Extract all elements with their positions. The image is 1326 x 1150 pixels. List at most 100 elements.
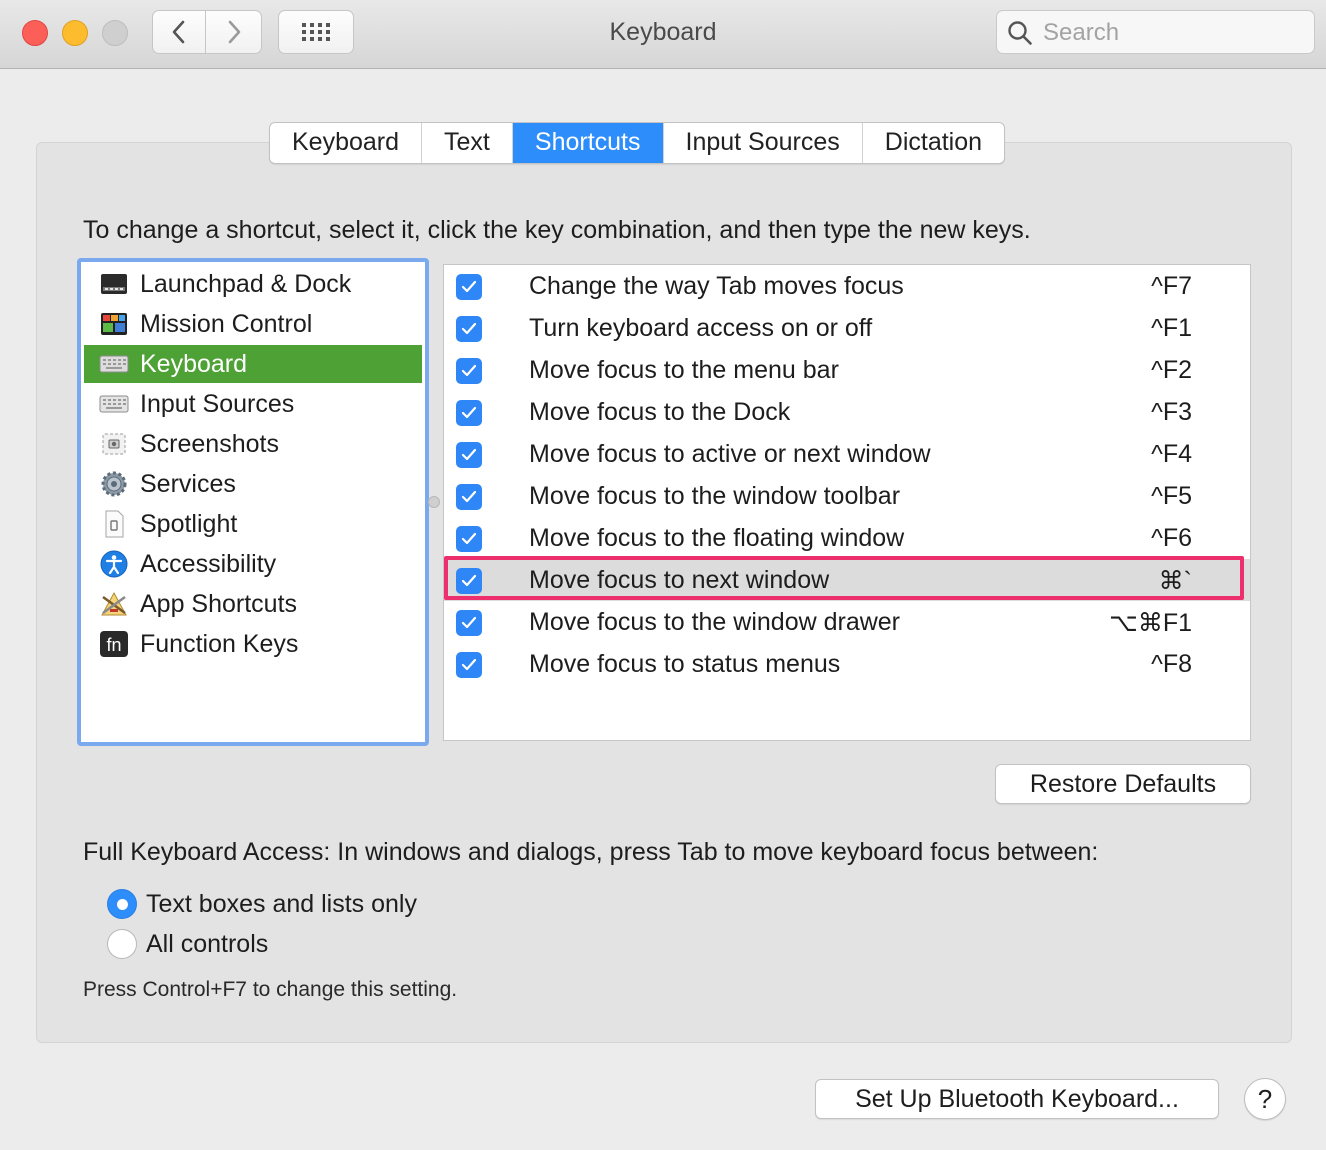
annotation-highlight-box <box>444 556 1244 600</box>
shortcut-label: Turn keyboard access on or off <box>529 314 873 342</box>
category-input-sources[interactable]: Input Sources <box>84 385 422 423</box>
shortcut-checkbox[interactable] <box>456 526 482 552</box>
category-keyboard[interactable]: Keyboard <box>84 345 422 383</box>
category-app-shortcuts[interactable]: App Shortcuts <box>84 585 422 623</box>
spotlight-icon <box>98 508 130 540</box>
shortcut-keys[interactable]: ^F3 <box>1151 398 1192 427</box>
category-label: Launchpad & Dock <box>140 269 352 298</box>
shortcut-checkbox[interactable] <box>456 358 482 384</box>
shortcut-checkbox[interactable] <box>456 652 482 678</box>
shortcut-keys[interactable]: ^F4 <box>1151 440 1192 469</box>
shortcut-keys[interactable]: ⌥⌘F1 <box>1109 608 1192 638</box>
category-spotlight[interactable]: Spotlight <box>84 505 422 543</box>
services-gear-icon <box>98 468 130 500</box>
checkmark-icon <box>461 448 477 461</box>
set-up-bluetooth-keyboard-button[interactable]: Set Up Bluetooth Keyboard... <box>815 1079 1219 1119</box>
shortcut-row[interactable]: Move focus to the Dock ^F3 <box>444 391 1250 433</box>
shortcut-row[interactable]: Turn keyboard access on or off ^F1 <box>444 307 1250 349</box>
shortcut-label: Move focus to the floating window <box>529 524 905 552</box>
category-label: Spotlight <box>140 509 238 538</box>
checkmark-icon <box>461 406 477 419</box>
app-shortcuts-icon <box>98 588 130 620</box>
shortcut-label: Change the way Tab moves focus <box>529 272 904 300</box>
shortcut-checkbox[interactable] <box>456 274 482 300</box>
shortcut-row[interactable]: Move focus to the menu bar ^F2 <box>444 349 1250 391</box>
svg-text:fn: fn <box>106 635 121 655</box>
tab-dictation[interactable]: Dictation <box>863 123 1004 163</box>
shortcut-label: Move focus to status menus <box>529 650 841 678</box>
help-button[interactable]: ? <box>1244 1078 1286 1120</box>
shortcut-keys[interactable]: ^F1 <box>1151 314 1192 343</box>
shortcut-row[interactable]: Change the way Tab moves focus ^F7 <box>444 265 1250 307</box>
shortcut-label: Move focus to the menu bar <box>529 356 839 384</box>
shortcut-checkbox[interactable] <box>456 316 482 342</box>
shortcut-checkbox[interactable] <box>456 400 482 426</box>
category-label: App Shortcuts <box>140 589 298 618</box>
category-services[interactable]: Services <box>84 465 422 503</box>
screenshots-icon <box>98 428 130 460</box>
launchpad-dock-icon <box>98 268 130 300</box>
category-screenshots[interactable]: Screenshots <box>84 425 422 463</box>
tab-keyboard[interactable]: Keyboard <box>270 123 423 163</box>
control-f7-hint: Press Control+F7 to change this setting. <box>83 978 458 1001</box>
shortcut-checkbox[interactable] <box>456 610 482 636</box>
category-label: Keyboard <box>140 349 248 378</box>
category-label: Function Keys <box>140 629 299 658</box>
checkmark-icon <box>461 322 477 335</box>
shortcut-row[interactable]: Move focus to the window toolbar ^F5 <box>444 475 1250 517</box>
shortcut-keys[interactable]: ^F6 <box>1151 524 1192 553</box>
input-sources-icon <box>98 388 130 420</box>
category-accessibility[interactable]: Accessibility <box>84 545 422 583</box>
shortcut-row[interactable]: Move focus to the floating window ^F6 <box>444 517 1250 559</box>
split-view-handle[interactable] <box>428 496 440 508</box>
mission-control-icon <box>98 308 130 340</box>
shortcut-keys[interactable]: ^F5 <box>1151 482 1192 511</box>
shortcut-table: Change the way Tab moves focus ^F7 Turn … <box>443 264 1251 741</box>
category-mission-control[interactable]: Mission Control <box>84 305 422 343</box>
tab-shortcuts[interactable]: Shortcuts <box>512 123 664 163</box>
category-list[interactable]: Launchpad & Dock Mission Control Keyboar… <box>77 258 429 746</box>
radio-button-selected[interactable] <box>107 889 137 919</box>
category-label: Mission Control <box>140 309 313 338</box>
radio-button[interactable] <box>107 929 137 959</box>
radio-label: Text boxes and lists only <box>146 889 417 918</box>
instructions-text: To change a shortcut, select it, click t… <box>83 216 1031 244</box>
category-label: Services <box>140 469 236 498</box>
radio-text-boxes-lists-only[interactable]: Text boxes and lists only <box>107 887 417 921</box>
search-input[interactable] <box>1041 17 1305 49</box>
checkmark-icon <box>461 490 477 503</box>
category-label: Accessibility <box>140 549 277 578</box>
category-label: Input Sources <box>140 389 295 418</box>
function-keys-icon: fn <box>98 628 130 660</box>
shortcut-keys[interactable]: ^F8 <box>1151 650 1192 679</box>
checkmark-icon <box>461 364 477 377</box>
shortcut-label: Move focus to active or next window <box>529 440 931 468</box>
accessibility-icon <box>98 548 130 580</box>
shortcut-label: Move focus to the window drawer <box>529 608 901 636</box>
checkmark-icon <box>461 616 477 629</box>
tab-text[interactable]: Text <box>422 123 513 163</box>
search-field[interactable] <box>996 10 1315 54</box>
category-launchpad-dock[interactable]: Launchpad & Dock <box>84 265 422 303</box>
shortcut-keys[interactable]: ^F2 <box>1151 356 1192 385</box>
shortcut-row[interactable]: Move focus to status menus ^F8 <box>444 643 1250 685</box>
full-keyboard-access-label: Full Keyboard Access: In windows and dia… <box>83 838 1099 866</box>
checkmark-icon <box>461 532 477 545</box>
tab-input-sources[interactable]: Input Sources <box>664 123 863 163</box>
checkmark-icon <box>461 280 477 293</box>
checkmark-icon <box>461 658 477 671</box>
radio-label: All controls <box>146 929 269 958</box>
shortcut-keys[interactable]: ^F7 <box>1151 272 1192 301</box>
title-bar: Keyboard <box>0 0 1326 69</box>
category-label: Screenshots <box>140 429 279 458</box>
keyboard-icon <box>98 348 130 380</box>
shortcut-checkbox[interactable] <box>456 484 482 510</box>
shortcut-row[interactable]: Move focus to active or next window ^F4 <box>444 433 1250 475</box>
shortcut-checkbox[interactable] <box>456 442 482 468</box>
category-function-keys[interactable]: fn Function Keys <box>84 625 422 663</box>
restore-defaults-button[interactable]: Restore Defaults <box>995 764 1251 804</box>
radio-all-controls[interactable]: All controls <box>107 927 268 961</box>
shortcut-label: Move focus to the window toolbar <box>529 482 901 510</box>
tab-bar: Keyboard Text Shortcuts Input Sources Di… <box>269 122 1006 164</box>
shortcut-row[interactable]: Move focus to the window drawer ⌥⌘F1 <box>444 601 1250 643</box>
